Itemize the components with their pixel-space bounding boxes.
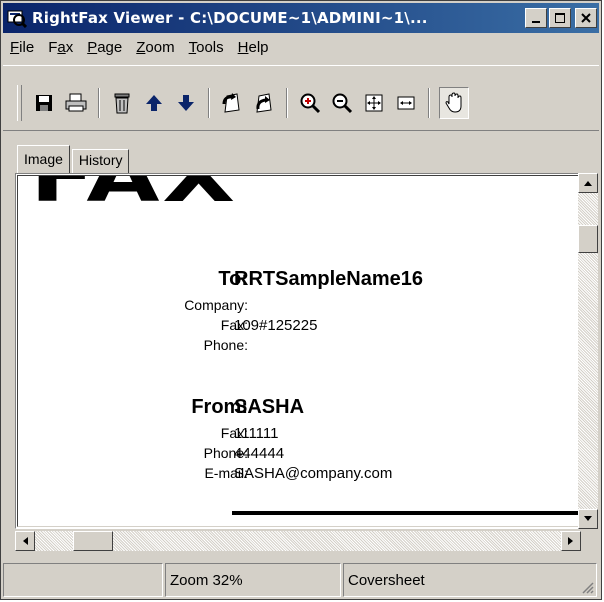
tab-history[interactable]: History xyxy=(71,149,130,173)
maximize-icon xyxy=(555,13,565,23)
close-button[interactable] xyxy=(575,8,597,28)
rotate-right-button[interactable] xyxy=(251,90,277,116)
tab-image[interactable]: Image xyxy=(17,145,70,173)
scrollbar-corner xyxy=(581,531,598,551)
toolbar-row xyxy=(11,85,472,121)
menu-help[interactable]: Help xyxy=(231,39,276,56)
status-pane-message xyxy=(3,563,163,597)
fit-page-icon xyxy=(365,94,383,112)
scroll-left-button[interactable] xyxy=(15,531,35,551)
divider-rule xyxy=(232,511,578,515)
delete-icon xyxy=(114,93,130,114)
arrow-up-icon xyxy=(584,181,592,186)
menu-page[interactable]: Page xyxy=(80,39,129,56)
resize-grip-icon[interactable] xyxy=(580,580,594,594)
toolbar-grip[interactable] xyxy=(17,85,22,121)
previous-page-button[interactable] xyxy=(141,90,167,116)
vertical-scroll-thumb[interactable] xyxy=(578,225,598,253)
window-title: RightFax Viewer - C:\DOCUME~1\ADMINI~1\.… xyxy=(32,9,428,27)
fax-logo: FAX xyxy=(30,175,238,218)
scroll-right-button[interactable] xyxy=(561,531,581,551)
menu-bar: File Fax Page Zoom Tools Help xyxy=(3,35,599,59)
toolbar-separator xyxy=(428,88,430,118)
document-view[interactable]: FAX To: RRTSampleName16 Company: Fax: 10… xyxy=(15,173,581,529)
app-icon xyxy=(7,10,27,28)
scroll-down-button[interactable] xyxy=(578,509,598,529)
arrow-down-icon xyxy=(584,516,592,521)
fax-page: FAX To: RRTSampleName16 Company: Fax: 10… xyxy=(17,175,579,527)
minimize-icon xyxy=(532,21,540,23)
hand-tool-button[interactable] xyxy=(439,87,469,119)
status-pane-page-type: Coversheet xyxy=(343,563,597,597)
zoom-in-button[interactable] xyxy=(297,90,323,116)
vertical-scrollbar[interactable] xyxy=(578,173,598,529)
print-icon xyxy=(65,93,87,112)
toolbar-separator xyxy=(98,88,100,118)
zoom-out-button[interactable] xyxy=(329,90,355,116)
fit-width-button[interactable] xyxy=(393,90,419,116)
horizontal-scroll-thumb[interactable] xyxy=(73,531,113,551)
rotate-left-button[interactable] xyxy=(219,90,245,116)
to-value: RRTSampleName16 xyxy=(234,268,423,290)
save-icon xyxy=(36,95,52,111)
status-bar: Zoom 32% Coversheet xyxy=(3,563,599,597)
menu-tools[interactable]: Tools xyxy=(182,39,231,56)
menu-fax[interactable]: Fax xyxy=(41,39,80,56)
status-pane-zoom: Zoom 32% xyxy=(165,563,341,597)
close-icon xyxy=(581,13,591,23)
rotate-left-icon xyxy=(222,93,240,113)
previous-page-icon xyxy=(146,95,162,111)
maximize-button[interactable] xyxy=(549,8,571,28)
toolbar xyxy=(3,65,599,131)
from-phone-value: 444444 xyxy=(234,445,285,462)
toolbar-separator xyxy=(286,88,288,118)
from-fax-value: 111111 xyxy=(234,425,279,442)
toolbar-separator xyxy=(208,88,210,118)
save-button[interactable] xyxy=(31,90,57,116)
zoom-out-icon xyxy=(332,93,353,114)
horizontal-scrollbar[interactable] xyxy=(15,531,581,551)
minimize-button[interactable] xyxy=(525,8,547,28)
hand-tool-icon xyxy=(445,92,462,113)
next-page-icon xyxy=(178,95,194,111)
title-bar[interactable]: RightFax Viewer - C:\DOCUME~1\ADMINI~1\.… xyxy=(3,3,599,33)
fit-page-button[interactable] xyxy=(361,90,387,116)
to-fax-value: 109#125225 xyxy=(234,317,318,334)
scroll-up-button[interactable] xyxy=(578,173,598,193)
from-value: SASHA xyxy=(234,396,305,418)
menu-file[interactable]: File xyxy=(3,39,41,56)
viewer-window: RightFax Viewer - C:\DOCUME~1\ADMINI~1\.… xyxy=(0,0,602,600)
print-button[interactable] xyxy=(63,90,89,116)
zoom-in-icon xyxy=(300,93,321,114)
delete-button[interactable] xyxy=(109,90,135,116)
email-value: SASHA@company.com xyxy=(234,465,393,482)
page-type-text: Coversheet xyxy=(348,571,425,589)
arrow-right-icon xyxy=(568,537,573,545)
to-phone-label: Phone: xyxy=(203,337,248,353)
rotate-right-icon xyxy=(256,93,272,113)
view-tabs: Image History xyxy=(17,145,130,173)
fit-width-icon xyxy=(397,96,415,110)
arrow-left-icon xyxy=(23,537,28,545)
next-page-button[interactable] xyxy=(173,90,199,116)
company-label: Company: xyxy=(184,297,248,313)
menu-zoom[interactable]: Zoom xyxy=(129,39,181,56)
